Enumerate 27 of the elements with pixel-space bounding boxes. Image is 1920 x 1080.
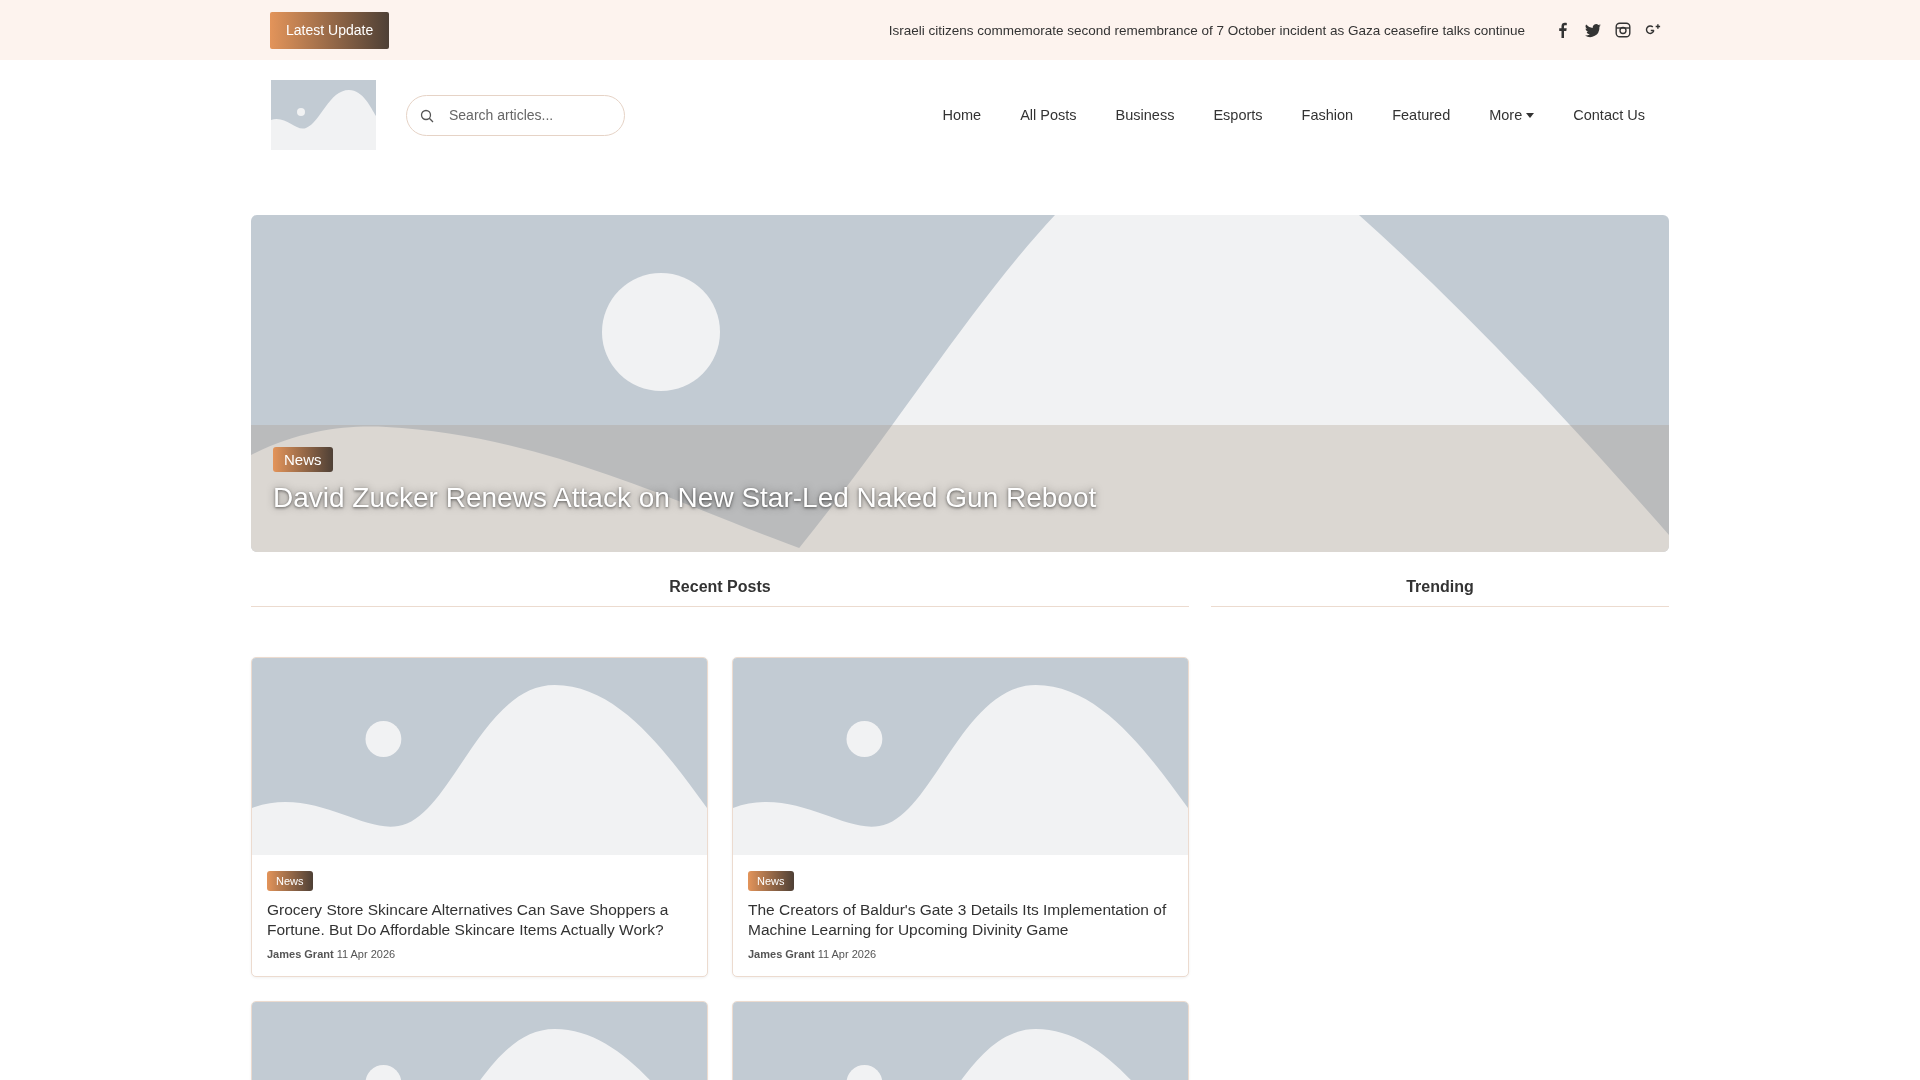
post-date: 11 Apr 2026 xyxy=(817,948,877,960)
nav-link[interactable]: Fashion xyxy=(1301,107,1354,123)
search-field[interactable]: Search articles... xyxy=(406,94,625,136)
nav-link[interactable]: Contact Us xyxy=(1573,107,1645,123)
twitter-icon[interactable] xyxy=(1585,22,1601,38)
author-name[interactable]: James Grant xyxy=(748,948,815,960)
nav-link[interactable]: More xyxy=(1489,107,1535,123)
post-card[interactable]: News Grocery Store Skincare Alternatives Can Save Shoppers a Fortune. But Do Affordable Skincare Items Actually Work? James Grant 11 Apr 2026 xyxy=(251,657,708,977)
nav-link[interactable]: Business xyxy=(1115,107,1175,123)
category-tag[interactable]: News xyxy=(748,871,794,891)
post-card[interactable]: News The Creators of Baldur's Gate 3 Details Its Implementation of Machine Learning for Upcoming Divinity Game James Grant 11 Apr 2026 xyxy=(732,657,1189,977)
author-name[interactable]: James Grant xyxy=(267,948,334,960)
category-tag[interactable]: News xyxy=(273,447,333,472)
section-heading: Trending xyxy=(1211,578,1669,607)
headline-ticker[interactable]: Israeli citizens commemorate second remembrance of 7 October incident as Gaza ceasefire talks continue xyxy=(888,22,1525,38)
section-heading: Recent Posts xyxy=(251,578,1189,607)
category-tag[interactable]: News xyxy=(267,871,313,891)
nav-link[interactable]: Esports xyxy=(1213,107,1263,123)
post-title[interactable]: Grocery Store Skincare Alternatives Can Save Shoppers a Fortune. But Do Affordable Skincare Items Actually Work? xyxy=(267,900,692,940)
post-title[interactable]: The Creators of Baldur's Gate 3 Details Its Implementation of Machine Learning for Upcoming Divinity Game xyxy=(748,900,1173,940)
instagram-icon[interactable] xyxy=(1615,22,1631,38)
latest-update-button[interactable]: Latest Update xyxy=(270,11,390,49)
nav-link[interactable]: All Posts xyxy=(1020,107,1077,123)
search-icon xyxy=(420,108,434,123)
nav-link[interactable]: Featured xyxy=(1392,107,1451,123)
post-date: 11 Apr 2026 xyxy=(336,948,396,960)
nav-link[interactable]: Home xyxy=(942,107,982,123)
